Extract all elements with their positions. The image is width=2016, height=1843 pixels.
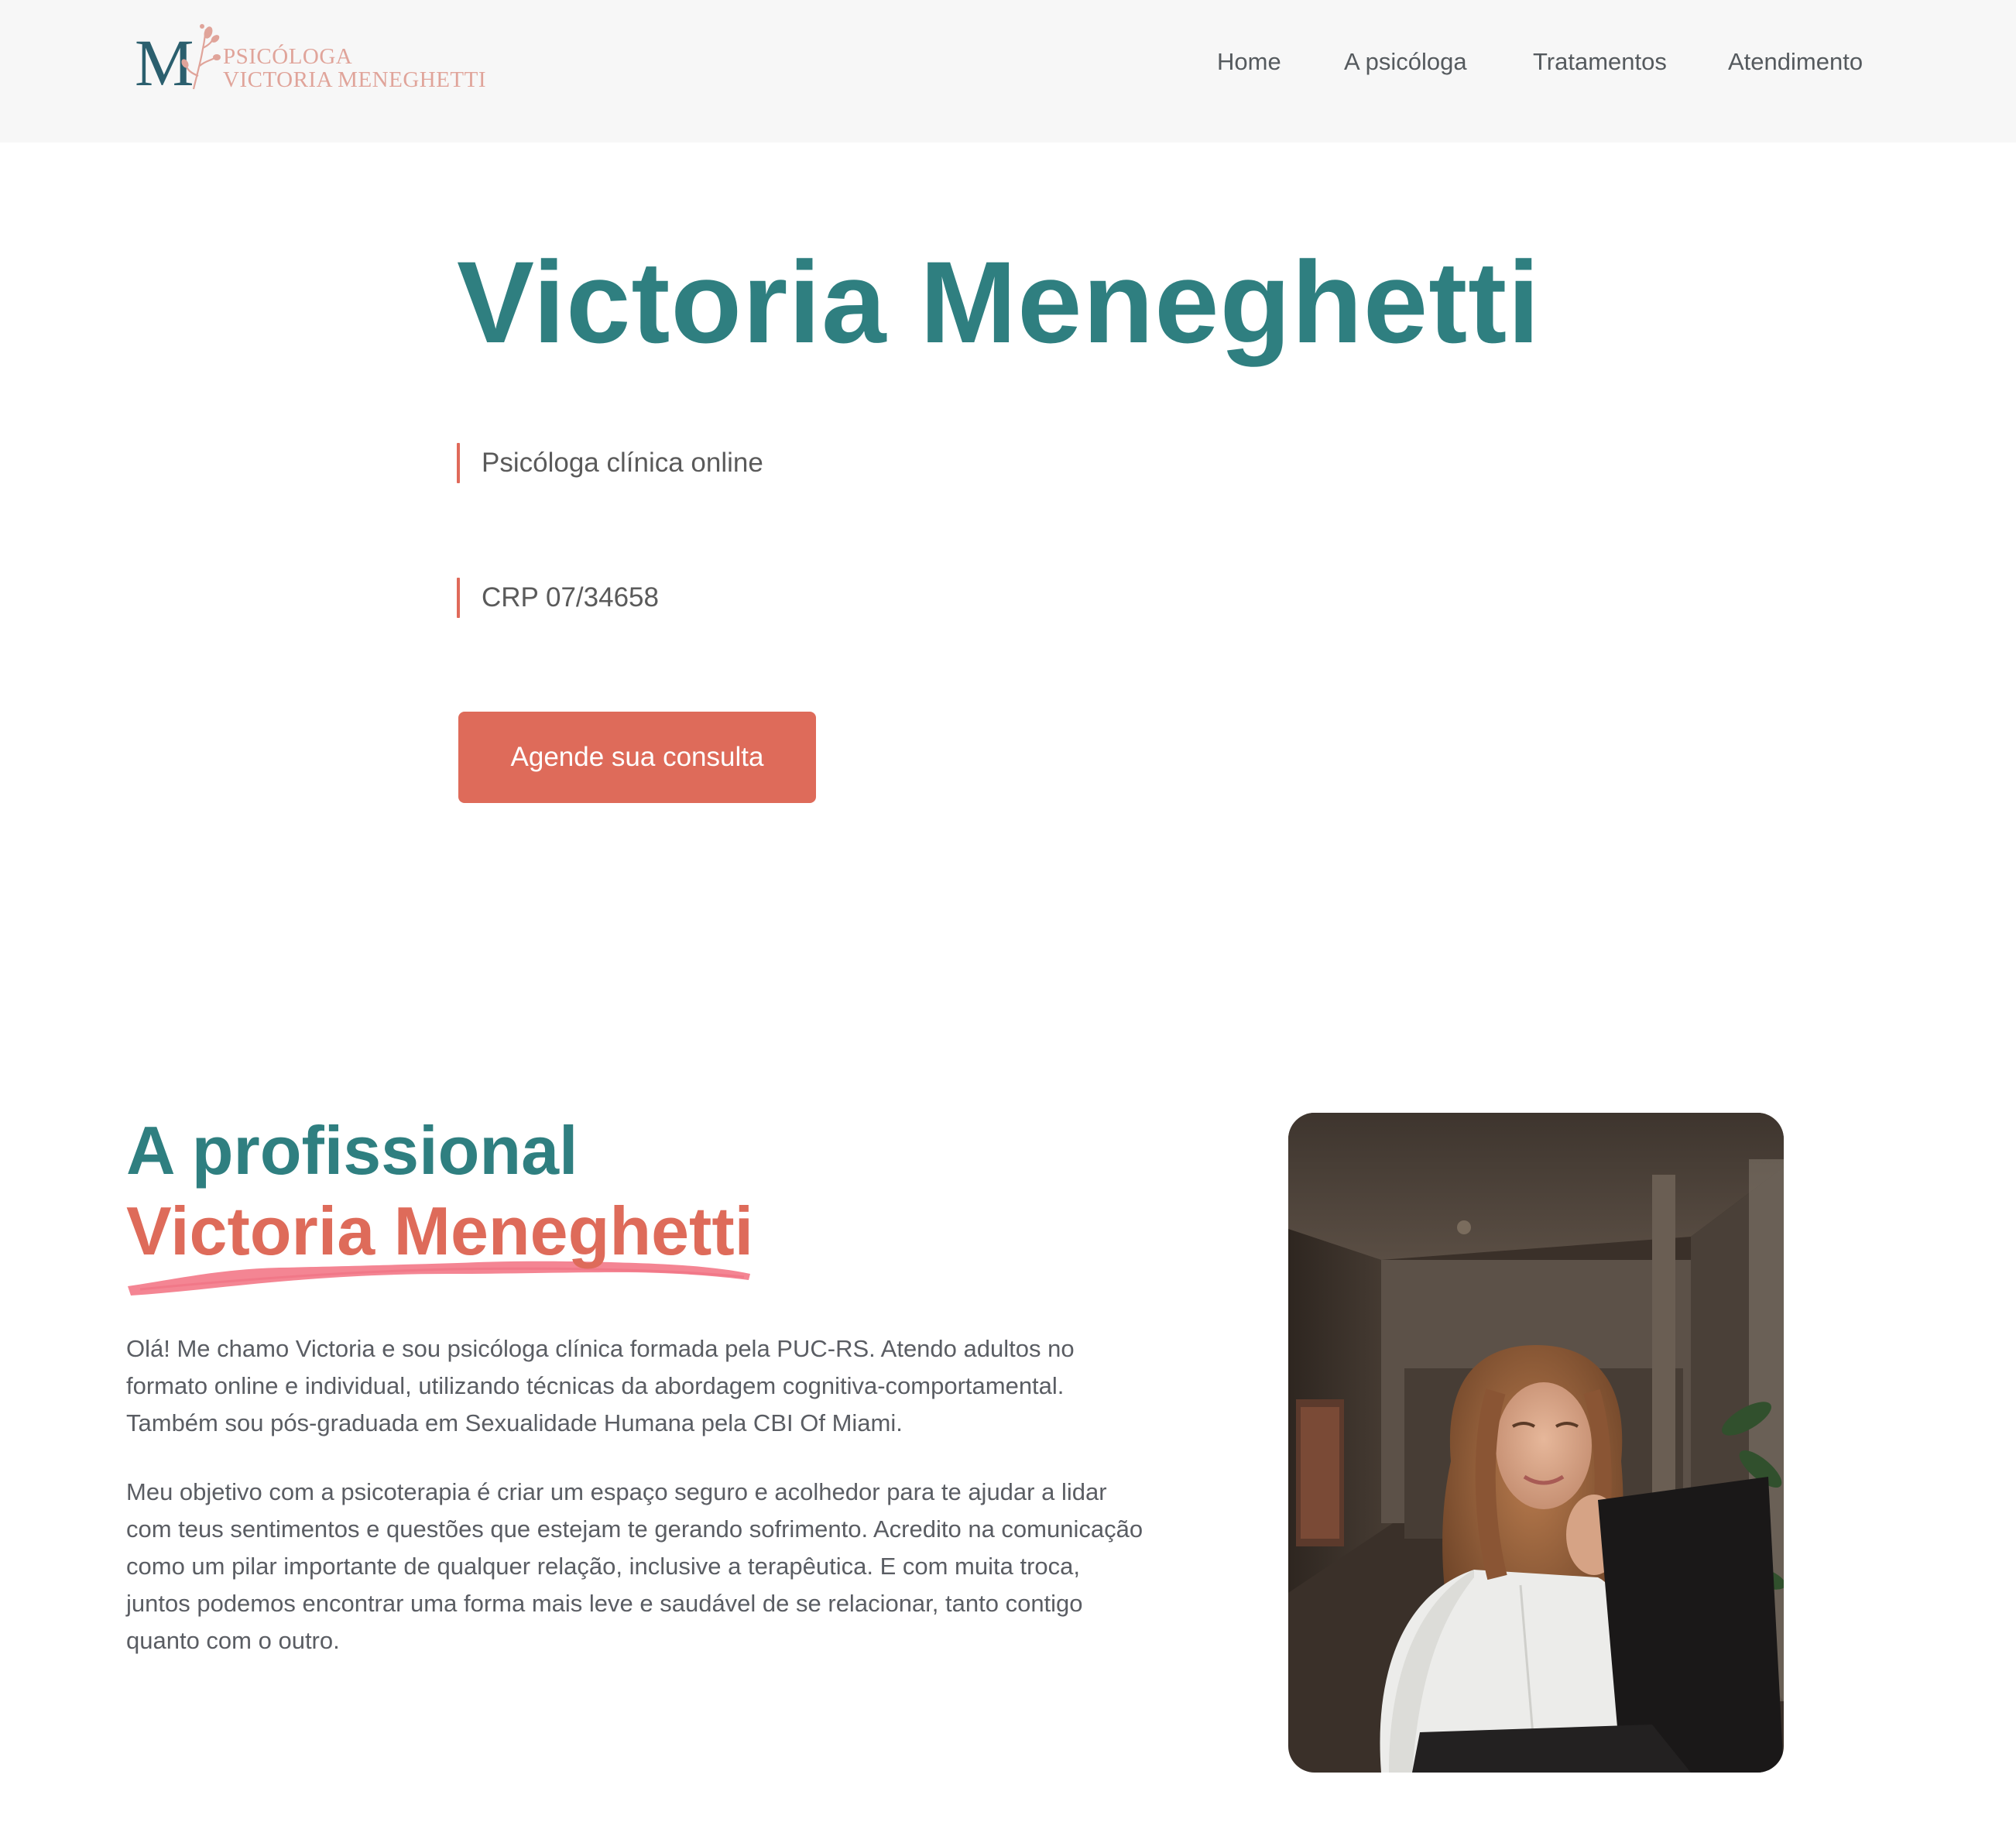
hero-crp: CRP 07/34658 xyxy=(482,582,659,613)
logo-line-1: PSICÓLOGA xyxy=(223,44,353,69)
hero-crp-row: CRP 07/34658 xyxy=(457,578,659,618)
about-paragraph-1: Olá! Me chamo Victoria e sou psicóloga c… xyxy=(126,1335,1075,1436)
nav-a-psicologa[interactable]: A psicóloga xyxy=(1344,45,1467,79)
psychologist-photo xyxy=(1288,1113,1784,1773)
logo-text: PSICÓLOGA VICTORIA MENEGHETTI xyxy=(223,45,486,91)
nav-atendimento[interactable]: Atendimento xyxy=(1728,45,1863,79)
about-heading: A profissional xyxy=(126,1112,578,1189)
schedule-consultation-button[interactable]: Agende sua consulta xyxy=(458,712,816,803)
about-name-block: Victoria Meneghetti xyxy=(126,1193,761,1296)
accent-bar xyxy=(457,443,460,483)
accent-bar xyxy=(457,578,460,618)
nav-tratamentos[interactable]: Tratamentos xyxy=(1533,45,1667,79)
about-name: Victoria Meneghetti xyxy=(126,1193,754,1269)
logo[interactable]: M PSICÓLOGA VICTORIA MENEGHETTI xyxy=(132,23,488,101)
about-paragraph-2: Meu objetivo com a psicoterapia é criar … xyxy=(126,1478,1143,1654)
portrait-image xyxy=(1288,1113,1784,1773)
hero-subtitle-row: Psicóloga clínica online xyxy=(457,443,763,483)
hero-title: Victoria Meneghetti xyxy=(457,237,1541,367)
site-header: M PSICÓLOGA VICTORIA MENEGHETTI Home A p… xyxy=(0,0,2016,142)
nav-home[interactable]: Home xyxy=(1217,45,1281,79)
hero-subtitle: Psicóloga clínica online xyxy=(482,448,763,478)
logo-line-2: VICTORIA MENEGHETTI xyxy=(223,67,487,92)
